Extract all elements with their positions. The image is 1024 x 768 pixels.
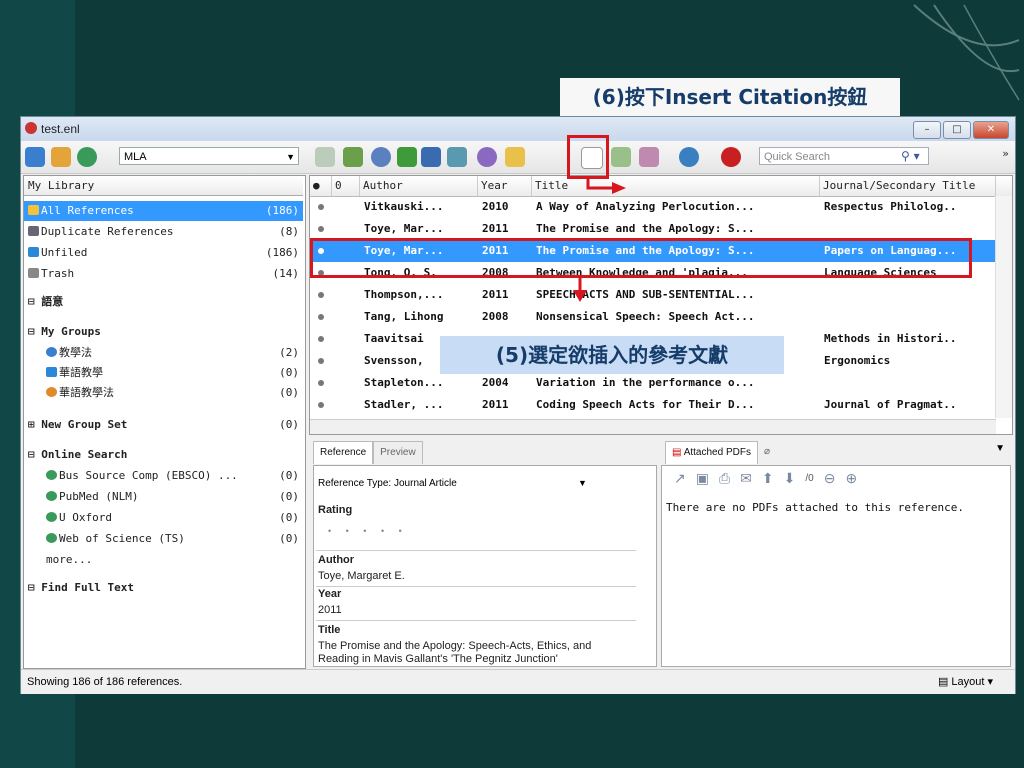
- arrow-head-icon: [573, 290, 587, 302]
- arrow-head-icon: [612, 182, 626, 194]
- arrow-to-button: [586, 176, 616, 190]
- annotation-arrows: [573, 176, 626, 302]
